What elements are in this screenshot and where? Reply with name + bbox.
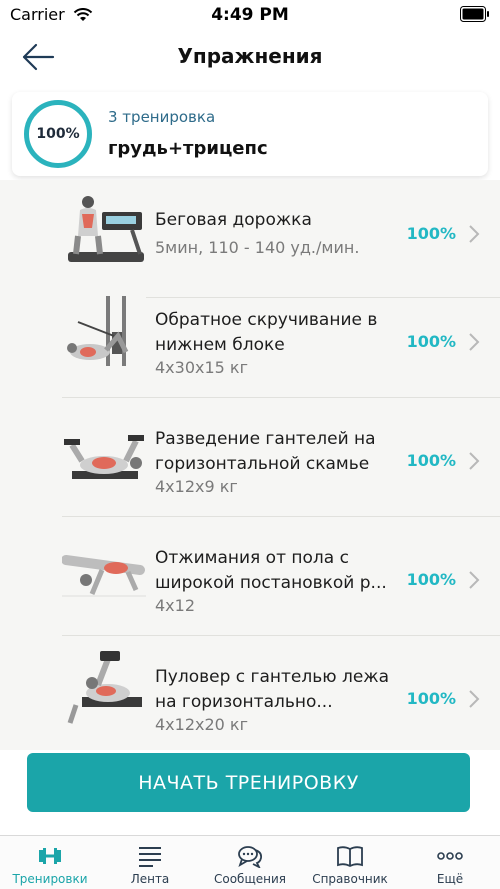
tab-bar: Тренировки Лента Сообщения Справочник Ещ… [0, 835, 500, 889]
workout-name: грудь+трицепс [108, 138, 268, 159]
page-title: Упражнения [177, 44, 323, 68]
push-up-exercise-image [62, 530, 146, 614]
feed-icon [136, 842, 164, 870]
exercise-row[interactable]: Отжимания от пола с широкой постановкой … [62, 518, 500, 636]
tab-feed[interactable]: Лента [100, 836, 200, 889]
dumbbell-pullover-exercise-image [62, 649, 146, 733]
chevron-right-icon [469, 690, 480, 708]
dumbbell-fly-exercise-image [62, 411, 146, 495]
tab-label: Сообщения [213, 872, 286, 886]
tab-more[interactable]: Ещё [400, 836, 500, 889]
chevron-right-icon [469, 452, 480, 470]
exercise-title: Обратное скручивание в нижнем блоке [155, 310, 378, 355]
tab-messages[interactable]: Сообщения [200, 836, 300, 889]
tab-label: Ещё [436, 872, 464, 886]
exercise-row[interactable]: Обратное скручивание в нижнем блоке 4x30… [62, 280, 500, 398]
exercise-list[interactable]: Беговая дорожка 5мин, 110 - 140 уд./мин.… [0, 180, 500, 750]
more-icon [436, 842, 464, 870]
exercise-details: 4x12 [155, 596, 196, 615]
progress-ring-label: 100% [36, 126, 80, 142]
exercise-progress: 100% [406, 570, 456, 589]
exercise-progress: 100% [406, 689, 456, 708]
dumbbell-icon [36, 842, 64, 870]
tab-reference[interactable]: Справочник [300, 836, 400, 889]
exercise-progress: 100% [406, 451, 456, 470]
exercise-row[interactable]: Пуловер с гантелью лежа на горизонтально… [62, 637, 500, 750]
start-workout-button[interactable]: НАЧАТЬ ТРЕНИРОВКУ [27, 753, 470, 812]
exercise-details: 4x30x15 кг [155, 358, 248, 377]
chat-icon [236, 842, 264, 870]
exercise-details: 4x12x20 кг [155, 715, 248, 734]
progress-ring: 100% [24, 100, 92, 168]
tab-label: Лента [130, 872, 170, 886]
exercise-title: Отжимания от пола с широкой постановкой … [155, 548, 387, 593]
chevron-right-icon [469, 225, 480, 243]
exercise-title: Разведение гантелей на горизонтальной ск… [155, 429, 376, 474]
battery-icon [460, 6, 489, 22]
tab-workouts[interactable]: Тренировки [0, 836, 100, 889]
exercise-details: 4x12x9 кг [155, 477, 238, 496]
status-bar: Carrier 4:49 PM [0, 0, 500, 30]
clock: 4:49 PM [211, 5, 289, 25]
chevron-right-icon [469, 571, 480, 589]
treadmill-exercise-image [62, 192, 146, 276]
navigation-bar: Упражнения [0, 30, 500, 84]
workout-summary-card: 100% 3 тренировка грудь+трицепс [12, 92, 488, 176]
tab-label: Тренировки [12, 872, 88, 886]
exercise-title: Беговая дорожка [155, 210, 312, 230]
cable-crunch-exercise-image [62, 292, 146, 376]
exercise-row[interactable]: Разведение гантелей на горизонтальной ск… [62, 399, 500, 517]
book-icon [336, 842, 364, 870]
chevron-right-icon [469, 333, 480, 351]
exercise-title: Пуловер с гантелью лежа на горизонтально… [155, 667, 390, 712]
exercise-details: 5мин, 110 - 140 уд./мин. [155, 238, 360, 257]
exercise-progress: 100% [406, 332, 456, 351]
workout-number: 3 тренировка [108, 108, 216, 126]
exercise-progress: 100% [406, 224, 456, 243]
tab-label: Справочник [312, 872, 388, 886]
